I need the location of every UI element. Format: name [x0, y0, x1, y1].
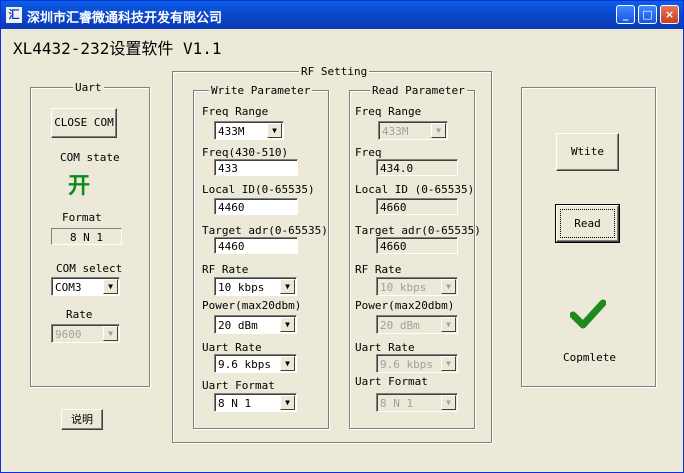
- com-state-indicator: 开: [68, 174, 91, 199]
- write-local-id-input[interactable]: 4460: [214, 198, 298, 215]
- chevron-down-icon: ▼: [441, 317, 456, 332]
- read-uart-format-value: 8 N 1: [380, 397, 414, 410]
- read-rf-rate-value: 10 kbps: [380, 281, 427, 294]
- write-uart-format-label: Uart Format: [202, 379, 275, 392]
- app-heading: XL4432-232设置软件 V1.1: [13, 39, 222, 58]
- read-parameter-group: Read Parameter Freq Range 433M ▼ Freq 43…: [349, 84, 481, 429]
- rf-setting-group: RF Setting Write Parameter Freq Range 43…: [172, 65, 492, 443]
- com-state-label: COM state: [60, 151, 120, 164]
- write-power-label: Power(max20dbm): [202, 299, 302, 312]
- chevron-down-icon: ▼: [441, 356, 456, 371]
- maximize-button[interactable]: □: [638, 5, 657, 24]
- read-power-select: 20 dBm ▼: [376, 315, 458, 334]
- window-title: 深圳市汇睿微通科技开发有限公司: [27, 11, 223, 26]
- status-text: Copmlete: [563, 351, 616, 364]
- write-rf-rate-label: RF Rate: [202, 263, 249, 276]
- chevron-down-icon: ▼: [441, 279, 456, 294]
- read-power-label: Power(max20dbm): [355, 299, 455, 312]
- read-target-adr-display: 4660: [376, 237, 458, 254]
- write-freq-range-label: Freq Range: [202, 105, 269, 118]
- read-freq-display: 434.0: [376, 159, 458, 176]
- read-uart-format-select: 8 N 1 ▼: [376, 393, 458, 412]
- chevron-down-icon[interactable]: ▼: [280, 356, 295, 371]
- minimize-button[interactable]: _: [616, 5, 635, 24]
- chevron-down-icon[interactable]: ▼: [267, 123, 282, 138]
- chevron-down-icon: ▼: [103, 326, 118, 341]
- close-com-button[interactable]: CLOSE COM: [51, 108, 117, 138]
- chevron-down-icon[interactable]: ▼: [280, 279, 295, 294]
- read-uart-rate-value: 9.6 kbps: [380, 358, 433, 371]
- app-window: 汇 深圳市汇睿微通科技开发有限公司 _ □ × XL4432-232设置软件 V…: [0, 0, 684, 473]
- write-parameter-legend: Write Parameter: [209, 84, 313, 97]
- rf-setting-legend: RF Setting: [299, 65, 370, 78]
- read-target-adr-label: Target adr(0-65535): [355, 224, 481, 237]
- write-uart-rate-value: 9.6 kbps: [218, 358, 271, 371]
- write-target-adr-label: Target adr(0-65535): [202, 224, 328, 237]
- uart-group: Uart CLOSE COM COM state 开 Format 8 N 1 …: [30, 81, 150, 387]
- com-select-value: COM3: [55, 281, 82, 294]
- read-freq-range-select: 433M ▼: [378, 121, 448, 140]
- action-group: Wtite Read Copmlete: [521, 87, 656, 387]
- write-rf-rate-value: 10 kbps: [218, 281, 265, 294]
- read-local-id-label: Local ID (0-65535): [355, 183, 475, 196]
- read-power-value: 20 dBm: [380, 319, 420, 332]
- uart-legend: Uart: [73, 81, 104, 94]
- write-target-adr-input[interactable]: 4460: [214, 237, 298, 254]
- read-uart-format-label: Uart Format: [355, 375, 428, 388]
- read-button[interactable]: Read: [555, 204, 620, 243]
- rate-select: 9600 ▼: [51, 324, 120, 343]
- format-label: Format: [62, 211, 102, 224]
- checkmark-icon: [570, 299, 606, 329]
- write-uart-format-value: 8 N 1: [218, 397, 252, 410]
- write-freq-label: Freq(430-510): [202, 146, 289, 159]
- read-freq-range-value: 433M: [382, 125, 409, 138]
- write-freq-range-select[interactable]: 433M ▼: [214, 121, 284, 140]
- write-uart-rate-label: Uart Rate: [202, 341, 262, 354]
- read-parameter-legend: Read Parameter: [370, 84, 467, 97]
- chevron-down-icon: ▼: [431, 123, 446, 138]
- com-select-label: COM select: [56, 262, 123, 275]
- read-local-id-display: 4660: [376, 198, 458, 215]
- chevron-down-icon: ▼: [441, 395, 456, 410]
- chevron-down-icon[interactable]: ▼: [280, 317, 295, 332]
- chevron-down-icon[interactable]: ▼: [280, 395, 295, 410]
- write-button[interactable]: Wtite: [556, 133, 619, 171]
- read-freq-range-label: Freq Range: [355, 105, 422, 118]
- read-freq-label: Freq: [355, 146, 382, 159]
- format-display: 8 N 1: [51, 228, 122, 245]
- write-local-id-label: Local ID(0-65535): [202, 183, 315, 196]
- write-power-value: 20 dBm: [218, 319, 258, 332]
- read-uart-rate-select: 9.6 kbps ▼: [376, 354, 458, 373]
- com-select[interactable]: COM3 ▼: [51, 277, 120, 296]
- write-freq-input[interactable]: 433: [214, 159, 298, 176]
- focus-rect: [560, 209, 615, 238]
- title-bar[interactable]: 汇 深圳市汇睿微通科技开发有限公司 _ □ ×: [1, 1, 683, 29]
- app-icon: 汇: [6, 7, 22, 23]
- write-uart-format-select[interactable]: 8 N 1 ▼: [214, 393, 297, 412]
- read-rf-rate-select: 10 kbps ▼: [376, 277, 458, 296]
- chevron-down-icon[interactable]: ▼: [103, 279, 118, 294]
- write-parameter-group: Write Parameter Freq Range 433M ▼ Freq(4…: [193, 84, 329, 429]
- close-button[interactable]: ×: [660, 5, 679, 24]
- rate-label: Rate: [66, 308, 93, 321]
- write-freq-range-value: 433M: [218, 125, 245, 138]
- help-button[interactable]: 说明: [61, 409, 103, 430]
- read-uart-rate-label: Uart Rate: [355, 341, 415, 354]
- write-rf-rate-select[interactable]: 10 kbps ▼: [214, 277, 297, 296]
- read-rf-rate-label: RF Rate: [355, 263, 402, 276]
- write-power-select[interactable]: 20 dBm ▼: [214, 315, 297, 334]
- write-uart-rate-select[interactable]: 9.6 kbps ▼: [214, 354, 297, 373]
- rate-select-value: 9600: [55, 328, 82, 341]
